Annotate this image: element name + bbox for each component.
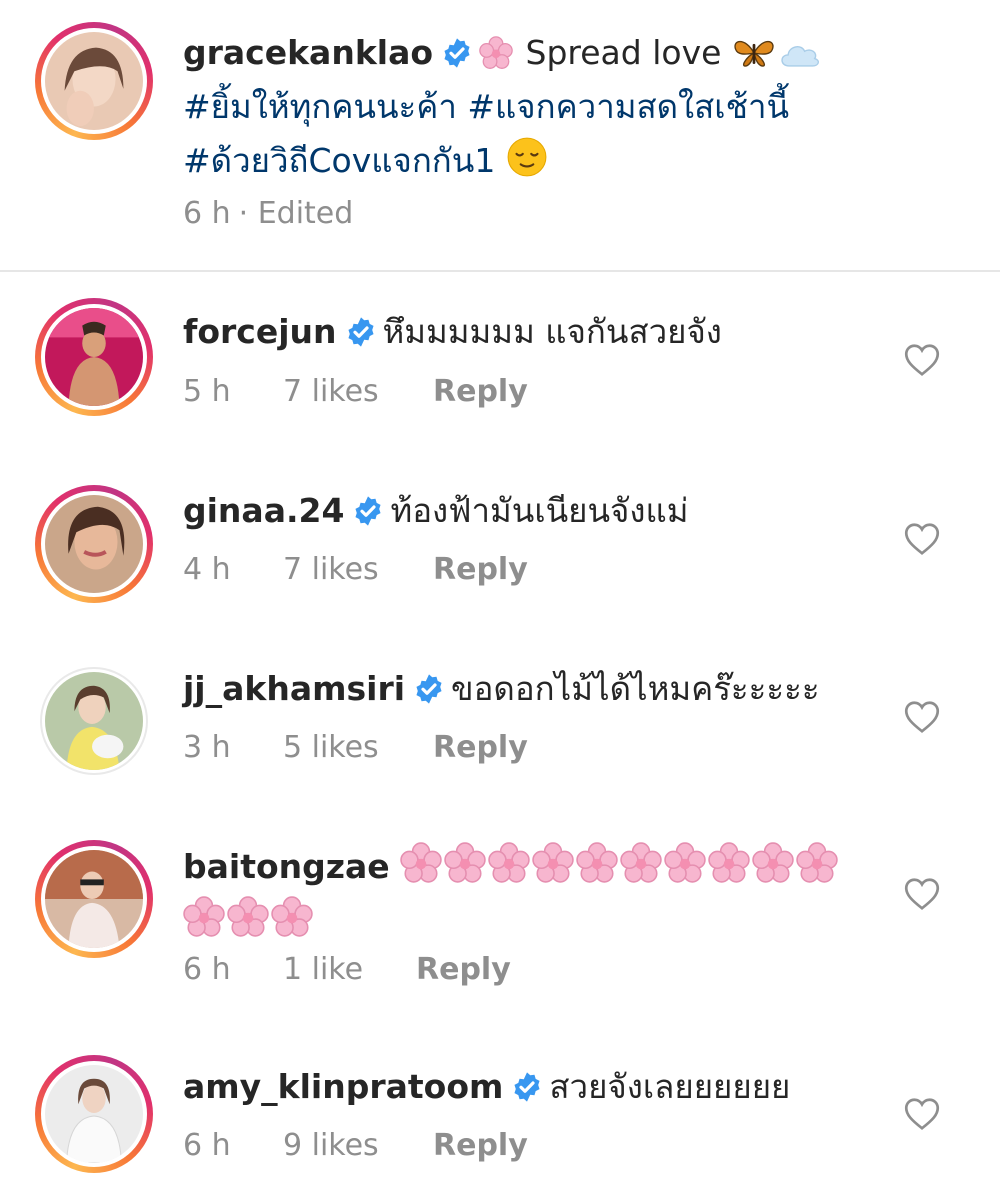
butterfly-icon — [734, 40, 774, 67]
comment-time: 6 h — [183, 952, 231, 987]
comment-avatar[interactable] — [35, 485, 153, 603]
verified-badge-icon — [444, 38, 470, 68]
relieved-face-icon — [507, 137, 547, 177]
avatar-image — [45, 850, 143, 948]
comment-avatar[interactable] — [40, 667, 148, 775]
reply-button[interactable]: Reply — [433, 730, 528, 765]
post-author-avatar[interactable] — [35, 22, 153, 140]
heart-icon[interactable] — [904, 343, 940, 377]
comment-username[interactable]: jj_akhamsiri — [183, 669, 405, 708]
comment-text: ขอดอกไม้ได้ไหมคร๊ะะะะะ — [451, 669, 820, 708]
cherry-blossom-icon — [488, 842, 530, 883]
cherry-blossom-icon — [576, 842, 618, 883]
caption-text: Spread love — [525, 33, 722, 72]
divider — [0, 270, 1000, 272]
comment-meta: 4 h 7 likes Reply — [183, 552, 528, 587]
comment-meta: 3 h 5 likes Reply — [183, 730, 528, 765]
comment-body: jj_akhamsiri ขอดอกไม้ได้ไหมคร๊ะะะะะ — [183, 662, 873, 716]
comment-likes[interactable]: 5 likes — [283, 730, 433, 765]
cherry-blossom-icon — [271, 896, 313, 937]
cherry-blossom-icon — [532, 842, 574, 883]
comment-time: 6 h — [183, 1128, 231, 1163]
comment-text: หึมมมมมม แจกันสวยจัง — [382, 312, 722, 351]
post-meta: 6 h · Edited — [183, 196, 353, 231]
caption-block: gracekanklao Spread love #ยิ้มให้ทุกคนนะ… — [183, 26, 973, 188]
avatar-image — [45, 1065, 143, 1163]
cherry-blossom-icon — [444, 842, 486, 883]
comment-likes[interactable]: 1 like — [283, 952, 416, 987]
comment-text: สวยจังเลยยยยยย — [549, 1067, 791, 1106]
reply-button[interactable]: Reply — [433, 552, 528, 587]
verified-badge-icon — [355, 496, 381, 526]
reply-button[interactable]: Reply — [433, 374, 528, 409]
avatar-image — [45, 495, 143, 593]
comment-likes[interactable]: 7 likes — [283, 374, 433, 409]
verified-badge-icon — [348, 317, 374, 347]
comment-time: 4 h — [183, 552, 231, 587]
comment-username[interactable]: ginaa.24 — [183, 491, 344, 530]
comment-time: 5 h — [183, 374, 231, 409]
heart-icon[interactable] — [904, 522, 940, 556]
cherry-blossom-icon — [479, 36, 513, 69]
cherry-blossom-icon — [227, 896, 269, 937]
cherry-blossom-icon — [752, 842, 794, 883]
comment-time: 3 h — [183, 730, 231, 765]
comment-meta: 6 h 1 like Reply — [183, 952, 511, 987]
verified-badge-icon — [416, 674, 442, 704]
comment-likes[interactable]: 7 likes — [283, 552, 433, 587]
reply-button[interactable]: Reply — [433, 1128, 528, 1163]
cherry-blossom-icon — [664, 842, 706, 883]
avatar-image — [45, 308, 143, 406]
cherry-blossom-icon — [183, 896, 225, 937]
comment-username[interactable]: amy_klinpratoom — [183, 1067, 503, 1106]
comment-text: ท้องฟ้ามันเนียนจังแม่ — [390, 491, 689, 530]
cherry-blossom-icon — [708, 842, 750, 883]
comment-likes[interactable]: 9 likes — [283, 1128, 433, 1163]
comment-body: ginaa.24 ท้องฟ้ามันเนียนจังแม่ — [183, 484, 873, 538]
avatar-image — [45, 32, 143, 130]
comment-meta: 5 h 7 likes Reply — [183, 374, 528, 409]
comment-body: amy_klinpratoom สวยจังเลยยยยยย — [183, 1060, 873, 1114]
post-edited: · Edited — [238, 196, 354, 231]
caption-hashtags-line1[interactable]: #ยิ้มให้ทุกคนนะค้า #แจกความสดใสเช้านี้ — [183, 80, 973, 134]
post-username[interactable]: gracekanklao — [183, 33, 433, 72]
comment-username[interactable]: forcejun — [183, 312, 337, 351]
post-caption: gracekanklao Spread love #ยิ้มให้ทุกคนนะ… — [0, 0, 1000, 270]
caption-hashtags-line2[interactable]: #ด้วยวิถีCovแจกกัน1 — [183, 141, 495, 180]
post-time: 6 h — [183, 196, 231, 231]
cloud-icon — [781, 46, 819, 67]
cherry-blossom-icon — [796, 842, 838, 883]
cherry-blossom-icon — [620, 842, 662, 883]
reply-button[interactable]: Reply — [416, 952, 511, 987]
heart-icon[interactable] — [904, 877, 940, 911]
comment-username[interactable]: baitongzae — [183, 847, 390, 886]
comment-meta: 6 h 9 likes Reply — [183, 1128, 528, 1163]
comment-emoji-row — [183, 894, 883, 948]
heart-icon[interactable] — [904, 1097, 940, 1131]
comment-body: baitongzae — [183, 840, 883, 948]
comment-emoji-row — [400, 842, 840, 886]
comment-body: forcejun หึมมมมมม แจกันสวยจัง — [183, 305, 873, 359]
verified-badge-icon — [514, 1072, 540, 1102]
comment-avatar[interactable] — [35, 298, 153, 416]
comment-avatar[interactable] — [35, 840, 153, 958]
avatar-image — [45, 672, 143, 770]
cherry-blossom-icon — [400, 842, 442, 883]
comment-avatar[interactable] — [35, 1055, 153, 1173]
heart-icon[interactable] — [904, 700, 940, 734]
